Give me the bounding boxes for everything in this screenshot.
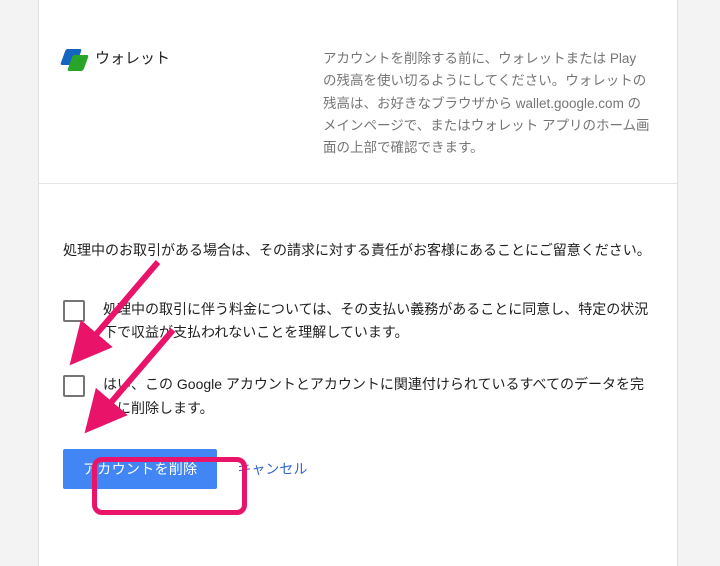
wallet-section: ウォレット アカウントを削除する前に、ウォレットまたは Play の残高を使い切… [39, 0, 677, 184]
service-header: ウォレット [63, 48, 323, 159]
confirmation-row-1: 処理中の取引に伴う料金については、その支払い義務があることに同意し、特定の状況下… [63, 298, 653, 346]
confirmation-label-2: はい、この Google アカウントとアカウントに関連付けられているすべてのデー… [103, 373, 653, 421]
wallet-icon [63, 49, 85, 71]
button-row: アカウントを削除 キャンセル [63, 449, 653, 489]
confirmation-row-2: はい、この Google アカウントとアカウントに関連付けられているすべてのデー… [63, 373, 653, 421]
delete-account-button[interactable]: アカウントを削除 [63, 449, 217, 489]
confirmation-section: 処理中のお取引がある場合は、その請求に対する責任がお客様にあることにご留意くださ… [39, 184, 677, 518]
pending-transactions-note: 処理中のお取引がある場合は、その請求に対する責任がお客様にあることにご留意くださ… [63, 238, 653, 263]
cancel-button[interactable]: キャンセル [237, 459, 307, 479]
service-title: ウォレット [95, 48, 170, 70]
viewport: ウォレット アカウントを削除する前に、ウォレットまたは Play の残高を使い切… [0, 0, 720, 566]
confirmation-checkbox-1[interactable] [63, 300, 85, 322]
confirmation-checkbox-2[interactable] [63, 375, 85, 397]
confirmation-label-1: 処理中の取引に伴う料金については、その支払い義務があることに同意し、特定の状況下… [103, 298, 653, 346]
service-description: アカウントを削除する前に、ウォレットまたは Play の残高を使い切るようにして… [323, 48, 653, 159]
dialog-card: ウォレット アカウントを削除する前に、ウォレットまたは Play の残高を使い切… [38, 0, 678, 566]
